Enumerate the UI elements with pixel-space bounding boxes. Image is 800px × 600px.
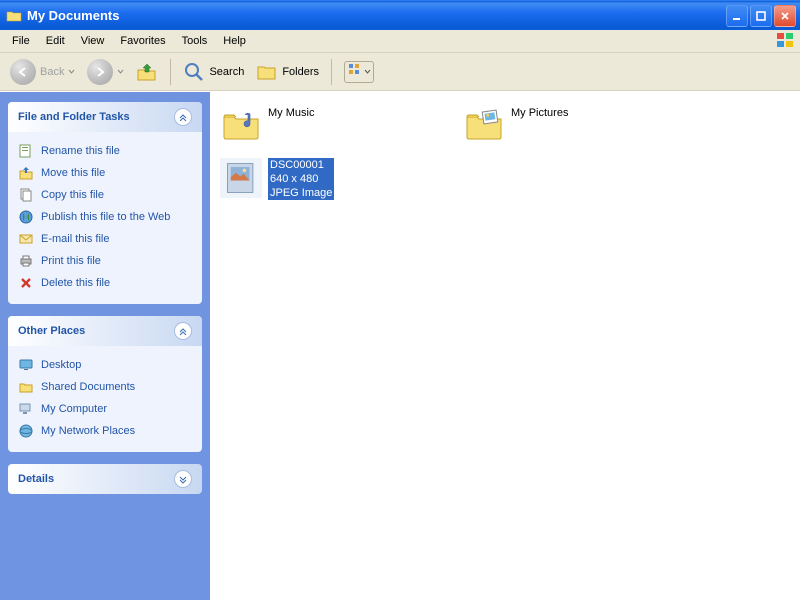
- folder-view[interactable]: My Music My Pictures DSC00001 640 x 480 …: [210, 92, 800, 600]
- forward-arrow-icon: [87, 59, 113, 85]
- place-label: My Network Places: [41, 425, 135, 437]
- folders-label: Folders: [282, 66, 319, 78]
- chevron-up-icon: [178, 326, 188, 336]
- menu-bar: File Edit View Favorites Tools Help: [0, 30, 800, 53]
- item-dimensions: 640 x 480: [270, 172, 332, 186]
- chevron-up-icon: [178, 112, 188, 122]
- folder-icon: [18, 379, 34, 395]
- separator: [170, 59, 171, 85]
- panel-header[interactable]: Other Places: [8, 316, 202, 346]
- item-name: My Pictures: [511, 106, 568, 120]
- up-button[interactable]: [132, 58, 162, 86]
- task-label: Copy this file: [41, 189, 104, 201]
- move-icon: [18, 165, 34, 181]
- panel-title: File and Folder Tasks: [18, 111, 130, 123]
- toolbar: Back Search Folders: [0, 53, 800, 91]
- rename-file-task[interactable]: Rename this file: [18, 140, 192, 162]
- task-pane: File and Folder Tasks Rename this file M…: [0, 92, 210, 600]
- delete-file-task[interactable]: Delete this file: [18, 272, 192, 294]
- task-label: Print this file: [41, 255, 101, 267]
- menu-help[interactable]: Help: [215, 32, 254, 50]
- place-shared-documents[interactable]: Shared Documents: [18, 376, 192, 398]
- music-folder-icon: [220, 104, 262, 144]
- panel-title: Details: [18, 473, 54, 485]
- item-name: DSC00001: [270, 158, 332, 172]
- rename-icon: [18, 143, 34, 159]
- other-places-panel: Other Places Desktop Shared Documents My…: [8, 316, 202, 452]
- menu-tools[interactable]: Tools: [174, 32, 216, 50]
- expand-button[interactable]: [174, 470, 192, 488]
- collapse-button[interactable]: [174, 322, 192, 340]
- computer-icon: [18, 401, 34, 417]
- views-button[interactable]: [340, 58, 378, 86]
- search-button[interactable]: Search: [179, 58, 248, 86]
- item-type: JPEG Image: [270, 186, 332, 200]
- task-label: Publish this file to the Web: [41, 211, 170, 223]
- desktop-icon: [18, 357, 34, 373]
- task-label: Move this file: [41, 167, 105, 179]
- email-file-task[interactable]: E-mail this file: [18, 228, 192, 250]
- back-button[interactable]: Back: [6, 56, 79, 88]
- printer-icon: [18, 253, 34, 269]
- panel-header[interactable]: Details: [8, 464, 202, 494]
- search-label: Search: [209, 66, 244, 78]
- place-desktop[interactable]: Desktop: [18, 354, 192, 376]
- panel-title: Other Places: [18, 325, 85, 337]
- views-icon: [348, 63, 362, 80]
- chevron-down-icon: [117, 68, 124, 75]
- details-panel: Details: [8, 464, 202, 494]
- menu-file[interactable]: File: [4, 32, 38, 50]
- file-folder-tasks-panel: File and Folder Tasks Rename this file M…: [8, 102, 202, 304]
- delete-icon: [18, 275, 34, 291]
- place-label: Shared Documents: [41, 381, 135, 393]
- maximize-button[interactable]: [750, 5, 772, 27]
- chevron-down-icon: [178, 474, 188, 484]
- print-file-task[interactable]: Print this file: [18, 250, 192, 272]
- window-title: My Documents: [27, 8, 726, 23]
- envelope-icon: [18, 231, 34, 247]
- back-label: Back: [40, 66, 64, 78]
- separator: [331, 59, 332, 85]
- copy-file-task[interactable]: Copy this file: [18, 184, 192, 206]
- image-file-icon: [220, 158, 262, 198]
- place-label: Desktop: [41, 359, 81, 371]
- publish-file-task[interactable]: Publish this file to the Web: [18, 206, 192, 228]
- folders-icon: [256, 61, 278, 83]
- place-my-computer[interactable]: My Computer: [18, 398, 192, 420]
- item-name: My Music: [268, 106, 314, 120]
- menu-favorites[interactable]: Favorites: [112, 32, 173, 50]
- menu-view[interactable]: View: [73, 32, 113, 50]
- task-label: Rename this file: [41, 145, 120, 157]
- copy-icon: [18, 187, 34, 203]
- folder-icon: [6, 8, 22, 24]
- globe-icon: [18, 209, 34, 225]
- folders-button[interactable]: Folders: [252, 58, 323, 86]
- chevron-down-icon: [68, 68, 75, 75]
- windows-logo-icon: [776, 32, 796, 50]
- panel-header[interactable]: File and Folder Tasks: [8, 102, 202, 132]
- file-item-selected[interactable]: DSC00001 640 x 480 JPEG Image: [220, 158, 445, 206]
- place-label: My Computer: [41, 403, 107, 415]
- task-label: Delete this file: [41, 277, 110, 289]
- task-label: E-mail this file: [41, 233, 109, 245]
- menu-edit[interactable]: Edit: [38, 32, 73, 50]
- search-icon: [183, 61, 205, 83]
- place-network[interactable]: My Network Places: [18, 420, 192, 442]
- folder-up-icon: [136, 61, 158, 83]
- minimize-button[interactable]: [726, 5, 748, 27]
- back-arrow-icon: [10, 59, 36, 85]
- chevron-down-icon: [364, 68, 371, 75]
- network-icon: [18, 423, 34, 439]
- move-file-task[interactable]: Move this file: [18, 162, 192, 184]
- collapse-button[interactable]: [174, 108, 192, 126]
- title-bar: My Documents: [0, 0, 800, 30]
- folder-item-my-pictures[interactable]: My Pictures: [463, 104, 688, 152]
- close-button[interactable]: [774, 5, 796, 27]
- pictures-folder-icon: [463, 104, 505, 144]
- folder-item-my-music[interactable]: My Music: [220, 104, 445, 152]
- forward-button[interactable]: [83, 56, 128, 88]
